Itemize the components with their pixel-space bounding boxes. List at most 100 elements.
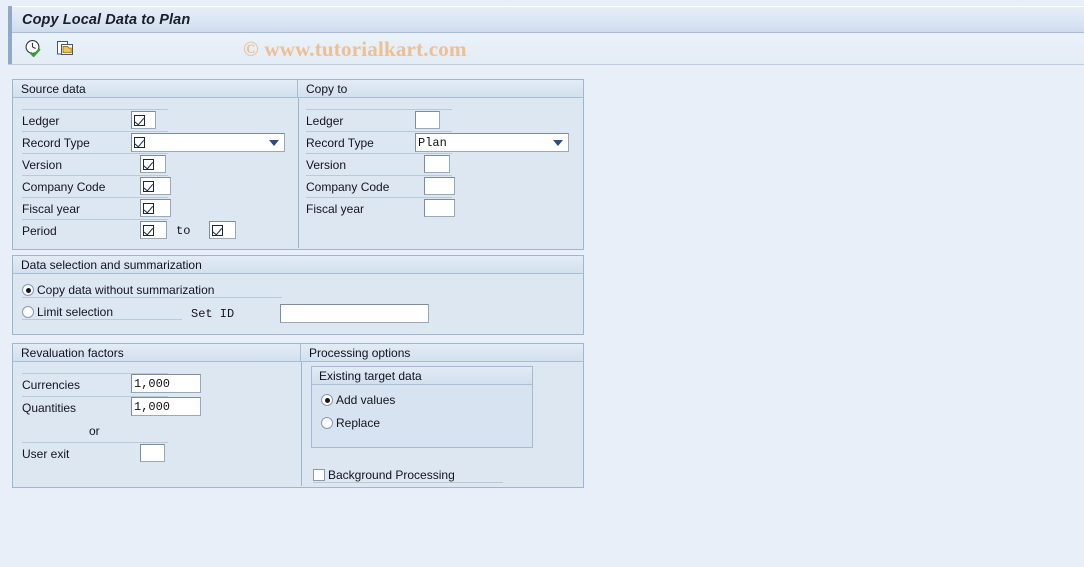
checked-box-glyph-icon: [143, 180, 154, 192]
row-rule: [306, 131, 452, 132]
source-and-target-group: Source data Copy to Ledger Record Type V…: [12, 79, 584, 250]
or-separator-row: or: [89, 422, 100, 440]
currencies-label: Currencies: [22, 378, 81, 392]
radio-add-values[interactable]: Add values: [321, 392, 395, 408]
row-rule: [22, 131, 168, 132]
target-company-code-input[interactable]: [424, 177, 455, 195]
set-id-label: Set ID: [191, 307, 235, 321]
currencies-value: 1,000: [134, 376, 171, 391]
source-version-row: Version: [22, 156, 62, 174]
set-id-row: Set ID: [191, 305, 234, 323]
source-period-label: Period: [22, 224, 57, 238]
source-period-to-label: to: [176, 224, 191, 238]
background-processing-label: Background Processing: [328, 468, 455, 482]
source-period-row: Period: [22, 222, 57, 240]
radio-limit-selection-label: Limit selection: [37, 305, 114, 319]
radio-indicator-icon: [321, 417, 333, 429]
checked-box-glyph-icon: [143, 202, 154, 214]
row-rule: [306, 153, 452, 154]
row-rule: [22, 175, 168, 176]
target-version-label: Version: [306, 158, 347, 172]
currencies-input[interactable]: 1,000: [131, 374, 201, 393]
checked-box-glyph-icon: [134, 137, 145, 148]
row-rule: [306, 109, 452, 110]
or-label: or: [89, 424, 100, 438]
source-company-code-input[interactable]: [140, 177, 171, 195]
quantities-input[interactable]: 1,000: [131, 397, 201, 416]
target-version-input[interactable]: [424, 155, 450, 173]
row-rule: [22, 109, 168, 110]
user-exit-input[interactable]: [140, 444, 165, 462]
existing-target-data-body: Add values Replace: [312, 385, 532, 447]
source-company-code-row: Company Code: [22, 178, 105, 196]
source-period-from-input[interactable]: [140, 221, 167, 239]
radio-replace[interactable]: Replace: [321, 415, 380, 431]
checked-box-glyph-icon: [134, 114, 145, 126]
radio-limit-selection[interactable]: Limit selection: [22, 304, 113, 320]
revaluation-and-processing-body: Currencies 1,000 Quantities 1,000 or Use…: [13, 362, 583, 486]
quantities-value: 1,000: [134, 399, 171, 414]
radio-indicator-icon: [22, 284, 34, 296]
target-fiscal-year-label: Fiscal year: [306, 202, 365, 216]
source-and-target-body: Ledger Record Type Version Company Code …: [13, 98, 583, 248]
copy-to-header: Copy to: [298, 80, 583, 98]
data-selection-body: Copy data without summarization Limit se…: [13, 274, 583, 333]
content-area: Source data Copy to Ledger Record Type V…: [0, 66, 1084, 567]
radio-add-values-label: Add values: [336, 393, 396, 407]
multiple-selection-copy-icon[interactable]: [54, 38, 76, 60]
target-ledger-row: Ledger: [306, 112, 343, 130]
user-exit-row: User exit: [22, 445, 69, 463]
source-ledger-label: Ledger: [22, 114, 60, 128]
source-ledger-row: Ledger: [22, 112, 59, 130]
target-fiscal-year-row: Fiscal year: [306, 200, 364, 218]
row-rule: [22, 442, 168, 443]
source-fiscal-year-input[interactable]: [140, 199, 171, 217]
target-fiscal-year-input[interactable]: [424, 199, 455, 217]
existing-target-data-header: Existing target data: [312, 367, 532, 385]
radio-copy-without-summarization-label: Copy data without summarization: [37, 283, 215, 297]
target-record-type-row: Record Type: [306, 134, 374, 152]
radio-indicator-icon: [22, 306, 34, 318]
data-selection-group: Data selection and summarization Copy da…: [12, 255, 584, 335]
source-record-type-dropdown[interactable]: [131, 133, 285, 152]
target-record-type-dropdown[interactable]: Plan: [415, 133, 569, 152]
toolbar: [8, 33, 1084, 65]
source-record-type-label: Record Type: [22, 136, 90, 150]
user-exit-label: User exit: [22, 447, 70, 461]
panel-divider: [298, 98, 299, 248]
revaluation-and-processing-group: Revaluation factors Processing options C…: [12, 343, 584, 488]
existing-target-data-subgroup: Existing target data Add values Replace: [311, 366, 533, 448]
revaluation-header: Revaluation factors: [13, 344, 301, 362]
row-rule: [22, 153, 168, 154]
source-record-type-row: Record Type: [22, 134, 90, 152]
chevron-down-icon: [553, 139, 563, 146]
radio-copy-without-summarization[interactable]: Copy data without summarization: [22, 282, 214, 298]
row-rule: [22, 197, 168, 198]
source-version-input[interactable]: [140, 155, 166, 173]
target-ledger-input[interactable]: [415, 111, 440, 129]
row-rule: [306, 175, 452, 176]
set-id-input[interactable]: [280, 304, 429, 323]
currencies-row: Currencies: [22, 376, 80, 394]
source-fiscal-year-label: Fiscal year: [22, 202, 81, 216]
data-selection-header: Data selection and summarization: [13, 256, 583, 274]
checkbox-background-processing[interactable]: Background Processing: [313, 467, 455, 483]
panel-divider: [301, 362, 302, 486]
radio-replace-label: Replace: [336, 416, 381, 430]
source-period-to-row: to: [176, 222, 190, 240]
window-title-bar: Copy Local Data to Plan: [8, 6, 1084, 33]
chevron-down-icon: [269, 139, 279, 146]
row-rule: [306, 197, 452, 198]
source-company-code-label: Company Code: [22, 180, 106, 194]
radio-indicator-icon: [321, 394, 333, 406]
target-record-type-label: Record Type: [306, 136, 374, 150]
target-company-code-label: Company Code: [306, 180, 390, 194]
source-period-to-input[interactable]: [209, 221, 236, 239]
target-record-type-value: Plan: [418, 135, 447, 150]
execute-clock-check-icon[interactable]: [22, 38, 44, 60]
checked-box-glyph-icon: [212, 224, 223, 236]
source-ledger-input[interactable]: [131, 111, 156, 129]
page-title: Copy Local Data to Plan: [22, 11, 191, 28]
source-fiscal-year-row: Fiscal year: [22, 200, 80, 218]
checked-box-glyph-icon: [143, 158, 154, 170]
